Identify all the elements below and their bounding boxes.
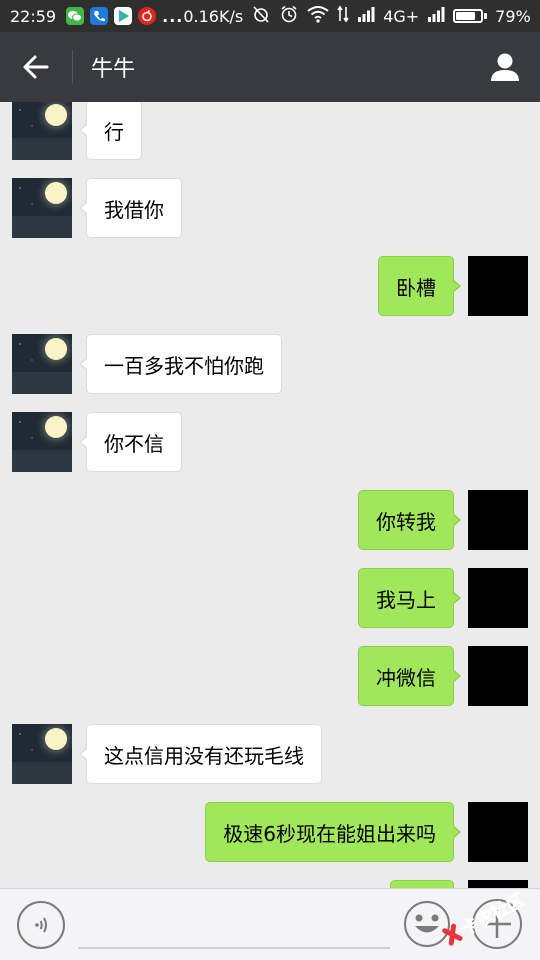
battery-body xyxy=(453,9,484,23)
chat-screen: 22:59 ... 0.16K/s 4G+ 79% 牛牛 行 我借你 卧槽 一百… xyxy=(0,0,540,960)
sent-message-bubble[interactable]: 极速6秒现在能姐出来吗 xyxy=(205,802,461,862)
chat-title: 牛牛 xyxy=(91,57,136,82)
sent-message-bubble[interactable]: 我马上 xyxy=(358,568,461,628)
received-message-bubble[interactable]: 这点信用没有还玩毛线 xyxy=(79,724,322,784)
emoji-button[interactable] xyxy=(402,899,452,949)
person-icon xyxy=(491,53,519,81)
net-speed: 0.16K/s xyxy=(183,6,244,26)
plus-button[interactable] xyxy=(472,899,522,949)
battery-tip xyxy=(484,13,488,19)
received-message-bubble[interactable]: 我借你 xyxy=(79,178,182,238)
data-arrows-icon xyxy=(337,5,349,27)
battery-icon xyxy=(453,9,488,23)
status-left: 22:59 ... xyxy=(10,7,183,26)
message-row: 冲微信 xyxy=(0,646,540,706)
signal-icon xyxy=(357,6,375,26)
my-avatar[interactable] xyxy=(468,256,528,316)
my-avatar[interactable] xyxy=(468,880,528,888)
input-bar xyxy=(0,888,540,960)
message-row: 我借你 xyxy=(0,178,540,238)
received-message-bubble[interactable]: 行 xyxy=(79,102,142,160)
message-row: 这点信用没有还玩毛线 xyxy=(0,724,540,784)
wechat-icon xyxy=(66,7,85,25)
sent-message-bubble[interactable]: 冲微信 xyxy=(358,646,461,706)
back-arrow-icon xyxy=(23,55,49,79)
sent-message-bubble[interactable]: 你转我 xyxy=(358,490,461,550)
contact-avatar[interactable] xyxy=(12,334,72,394)
profile-button[interactable] xyxy=(470,32,540,102)
message-row: 你转我 xyxy=(0,490,540,550)
received-message-bubble[interactable]: 你不信 xyxy=(79,412,182,472)
message-row: 一百多我不怕你跑 xyxy=(0,334,540,394)
alarm-icon xyxy=(279,4,299,28)
play-store-icon xyxy=(114,7,133,25)
sent-message-bubble[interactable] xyxy=(390,880,454,888)
message-row: 卧槽 xyxy=(0,256,540,316)
contact-avatar[interactable] xyxy=(12,102,72,160)
message-row: 极速6秒现在能姐出来吗 xyxy=(0,802,540,862)
voice-button[interactable] xyxy=(17,901,65,949)
my-avatar[interactable] xyxy=(468,490,528,550)
my-avatar[interactable] xyxy=(468,568,528,628)
plus-icon xyxy=(483,910,511,938)
netease-music-icon xyxy=(138,7,157,25)
status-time: 22:59 xyxy=(10,6,57,26)
my-avatar[interactable] xyxy=(468,802,528,862)
network-type: 4G+ xyxy=(383,6,420,26)
contact-avatar[interactable] xyxy=(12,178,72,238)
message-row: 行 xyxy=(0,102,540,160)
emoji-icon xyxy=(404,901,450,947)
status-right: 0.16K/s 4G+ 79% xyxy=(183,4,531,28)
wifi-icon xyxy=(307,5,329,27)
battery-percent: 79% xyxy=(495,6,531,26)
message-row xyxy=(0,880,540,888)
alarm-off-icon xyxy=(251,4,271,28)
sent-message-bubble[interactable]: 卧槽 xyxy=(378,256,461,316)
back-button[interactable] xyxy=(0,32,72,102)
title-divider xyxy=(72,50,73,84)
message-row: 你不信 xyxy=(0,412,540,472)
message-input[interactable] xyxy=(78,905,390,949)
title-bar: 牛牛 xyxy=(0,32,540,102)
my-avatar[interactable] xyxy=(468,646,528,706)
message-list[interactable]: 行我借你卧槽一百多我不怕你跑 你不信你转我我马上冲微信 这点信用没有还玩毛线极速6秒… xyxy=(0,102,540,888)
received-message-bubble[interactable]: 一百多我不怕你跑 xyxy=(79,334,282,394)
voice-icon xyxy=(35,917,47,933)
phone-app-icon xyxy=(90,7,109,25)
status-bar: 22:59 ... 0.16K/s 4G+ 79% xyxy=(0,0,540,32)
battery-fill xyxy=(456,12,476,20)
contact-avatar[interactable] xyxy=(12,412,72,472)
status-overflow: ... xyxy=(162,6,184,26)
signal-icon-2 xyxy=(427,6,445,26)
message-row: 我马上 xyxy=(0,568,540,628)
contact-avatar[interactable] xyxy=(12,724,72,784)
